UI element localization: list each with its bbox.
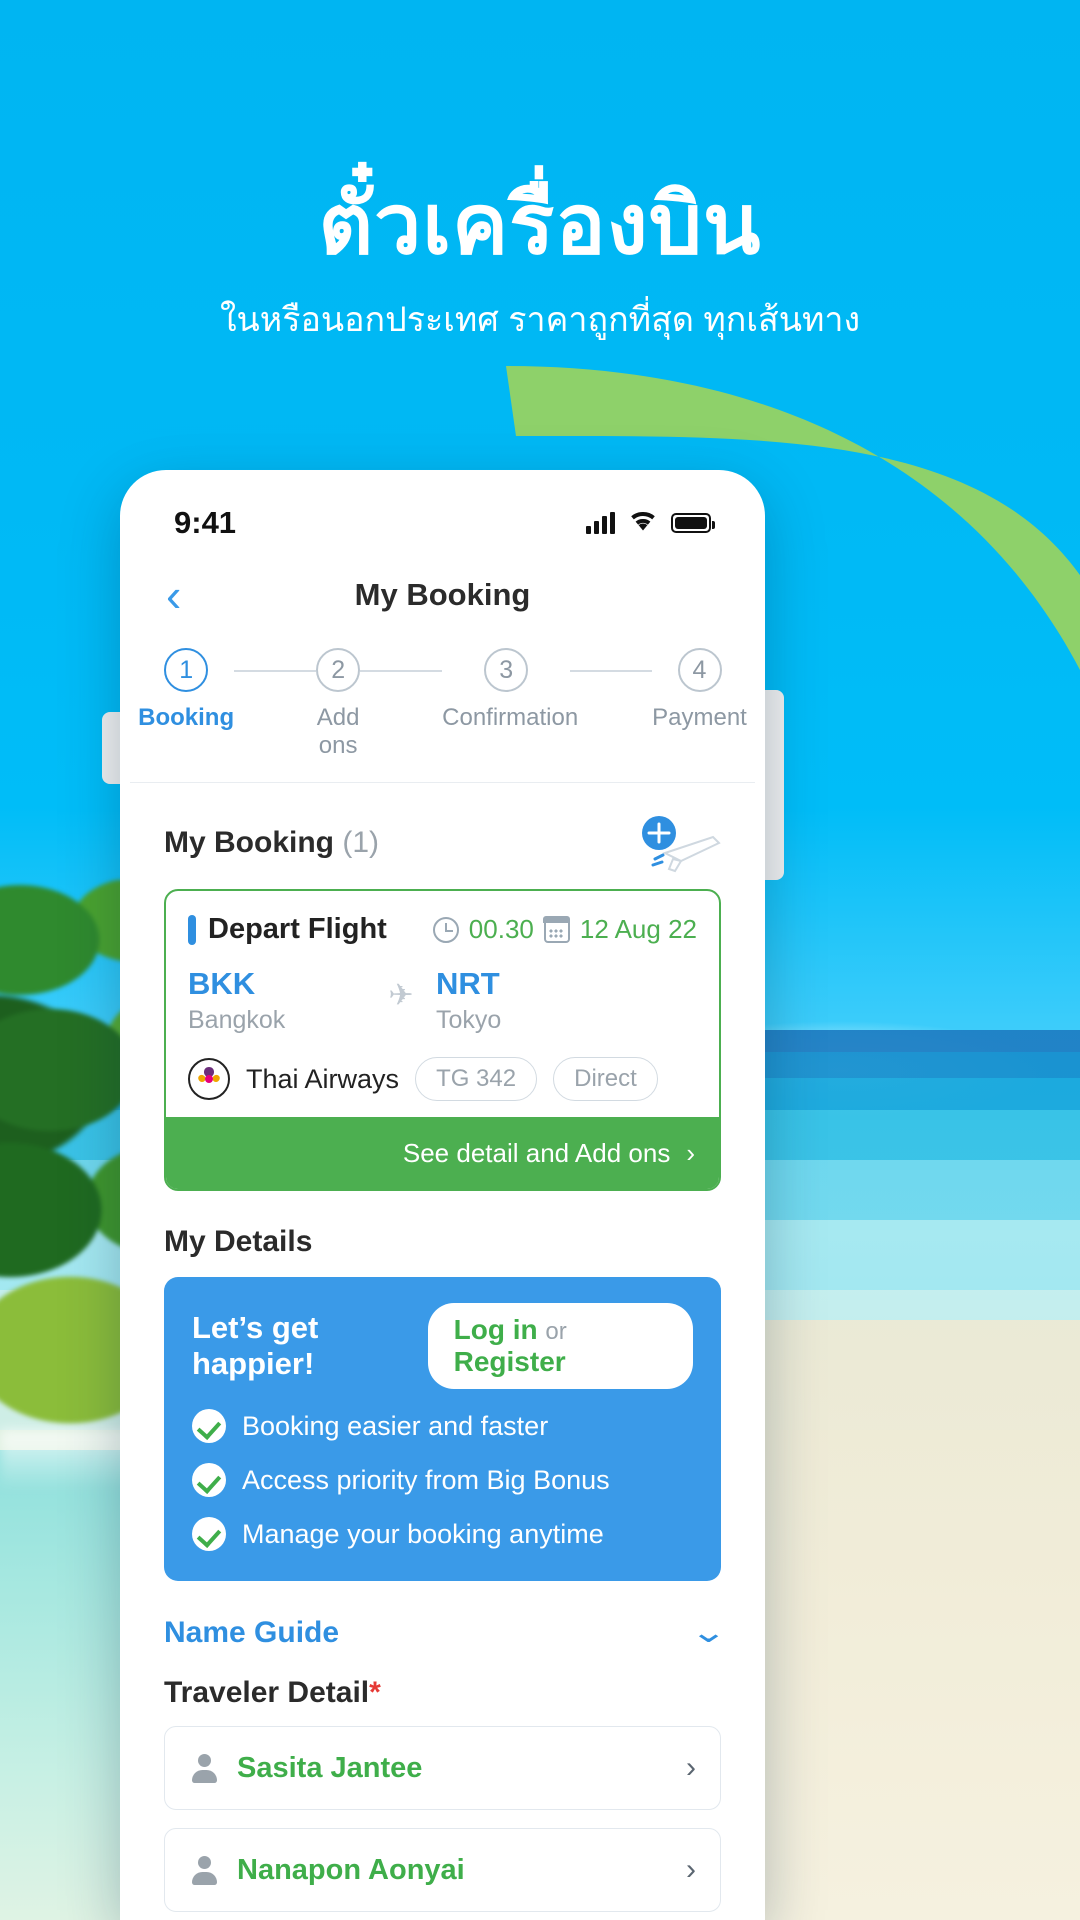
calendar-icon [543,916,571,943]
wifi-icon [628,510,658,537]
stepper-label: Payment [652,704,747,731]
destination-code: NRT [436,966,500,1001]
hero-section: ตั๋วเครื่องบิน ในหรือนอกประเทศ ราคาถูกที… [0,0,1080,346]
hero-subtitle: ในหรือนอกประเทศ ราคาถูกที่สุด ทุกเส้นทาง [219,301,861,340]
airline-row: Thai Airways TG 342 Direct [188,1057,697,1101]
progress-stepper: 1 Booking 2 Add ons 3 Confirmation 4 Pay… [130,638,755,782]
depart-flight-label: Depart Flight [208,913,387,945]
register-label: Register [453,1346,566,1377]
promo-benefit: Access priority from Big Bonus [192,1463,693,1497]
origin-code: BKK [188,966,256,1001]
my-details-title: My Details [164,1225,313,1258]
booking-section-header: My Booking (1) [130,783,755,889]
flight-time: 00.30 [468,914,534,944]
stepper-step-addons[interactable]: 2 Add ons [316,648,361,760]
traveler-name: Nanapon Aonyai [237,1853,465,1886]
right-edge-pill [762,690,784,880]
stepper-step-payment[interactable]: 4 Payment [652,648,747,732]
chevron-right-icon: › [686,1853,696,1886]
promo-benefit-label: Manage your booking anytime [242,1518,604,1549]
login-label: Log in [453,1314,538,1345]
battery-full-icon [671,513,715,533]
chevron-right-icon: › [686,1137,695,1168]
clock-icon [432,916,459,943]
flight-number-chip: TG 342 [415,1057,538,1101]
flight-card[interactable]: Depart Flight 00.30 12 Aug 22 BKK Bangko… [164,889,721,1191]
promo-header: Let’s get happier! Log in or Register [192,1303,693,1389]
stepper-label: Add ons [316,704,360,759]
booking-section-title: My Booking (1) [164,826,379,860]
hero-title: ตั๋วเครื่องบิน [318,177,762,271]
or-label: or [545,1318,567,1345]
required-asterisk: * [369,1676,381,1709]
airline-name: Thai Airways [246,1063,400,1094]
chevron-down-icon: ⌄ [689,1616,728,1649]
check-circle-icon [192,1463,226,1497]
stepper-number: 2 [316,648,361,692]
check-circle-icon [192,1409,226,1443]
booking-count: (1) [342,826,380,859]
status-bar: 9:41 [130,480,755,552]
status-icons [586,510,715,537]
depart-flight-label-group: Depart Flight [188,913,387,946]
page-title: My Booking [354,577,531,612]
login-promo-card: Let’s get happier! Log in or Register Bo… [164,1277,721,1581]
traveler-row[interactable]: Nanapon Aonyai › [164,1828,721,1912]
promo-benefit: Manage your booking anytime [192,1517,693,1551]
airplane-illustration-icon [635,813,721,873]
person-icon [189,1855,219,1885]
stops-chip: Direct [553,1057,658,1101]
login-register-button[interactable]: Log in or Register [427,1303,693,1389]
person-icon [189,1753,219,1783]
see-detail-label: See detail and Add ons [402,1137,671,1168]
signal-bars-icon [586,512,615,534]
stepper-number: 1 [164,648,209,692]
traveler-name: Sasita Jantee [237,1751,423,1784]
flight-route: BKK Bangkok ✈ NRT Tokyo [188,966,697,1035]
flight-card-body: Depart Flight 00.30 12 Aug 22 BKK Bangko… [166,891,719,1117]
traveler-row[interactable]: Sasita Jantee › [164,1726,721,1810]
promo-benefit-label: Booking easier and faster [242,1410,549,1441]
flight-card-header-row: Depart Flight 00.30 12 Aug 22 [188,913,697,946]
phone-screen: 9:41 ‹ My Booking 1 Booking 2 Add ons 3 … [130,480,755,1920]
flight-time-date: 00.30 12 Aug 22 [432,914,697,945]
promo-title: Let’s get happier! [192,1310,319,1381]
stepper-connector [570,670,653,672]
stepper-number: 3 [484,648,529,692]
stepper-step-confirmation[interactable]: 3 Confirmation [442,648,579,732]
name-guide-label: Name Guide [164,1615,340,1649]
phone-shell: 9:41 ‹ My Booking 1 Booking 2 Add ons 3 … [120,470,765,1920]
origin-group: BKK Bangkok [188,966,366,1035]
airplane-icon: ✈ [388,979,414,1012]
name-guide-accordion[interactable]: Name Guide ⌄ [130,1581,755,1676]
status-time: 9:41 [174,505,237,540]
thai-airways-logo-icon [188,1058,230,1100]
stepper-label: Confirmation [442,704,579,731]
check-circle-icon [192,1517,226,1551]
chevron-left-icon[interactable]: ‹ [166,572,181,618]
destination-group: NRT Tokyo [436,966,614,1035]
destination-city: Tokyo [436,1006,502,1034]
stepper-number: 4 [677,648,722,692]
booking-title-text: My Booking [164,826,334,859]
stepper-connector [360,670,443,672]
see-detail-addons-button[interactable]: See detail and Add ons › [166,1117,719,1189]
traveler-detail-title: Traveler Detail* [130,1676,755,1726]
accent-bar [188,914,196,945]
chevron-right-icon: › [686,1751,696,1784]
origin-city: Bangkok [188,1006,286,1034]
stepper-connector [234,670,317,672]
promo-benefit: Booking easier and faster [192,1409,693,1443]
flight-date: 12 Aug 22 [579,914,697,944]
stepper-label: Booking [138,704,235,731]
app-header: ‹ My Booking [130,552,755,638]
promo-benefit-label: Access priority from Big Bonus [242,1464,610,1495]
stepper-step-booking[interactable]: 1 Booking [138,648,234,732]
phone-mockup: 9:41 ‹ My Booking 1 Booking 2 Add ons 3 … [120,470,765,1920]
main-content: My Booking (1) Depart Flight 00.30 12 Au… [130,783,755,1912]
traveler-detail-label: Traveler Detail [164,1676,370,1709]
